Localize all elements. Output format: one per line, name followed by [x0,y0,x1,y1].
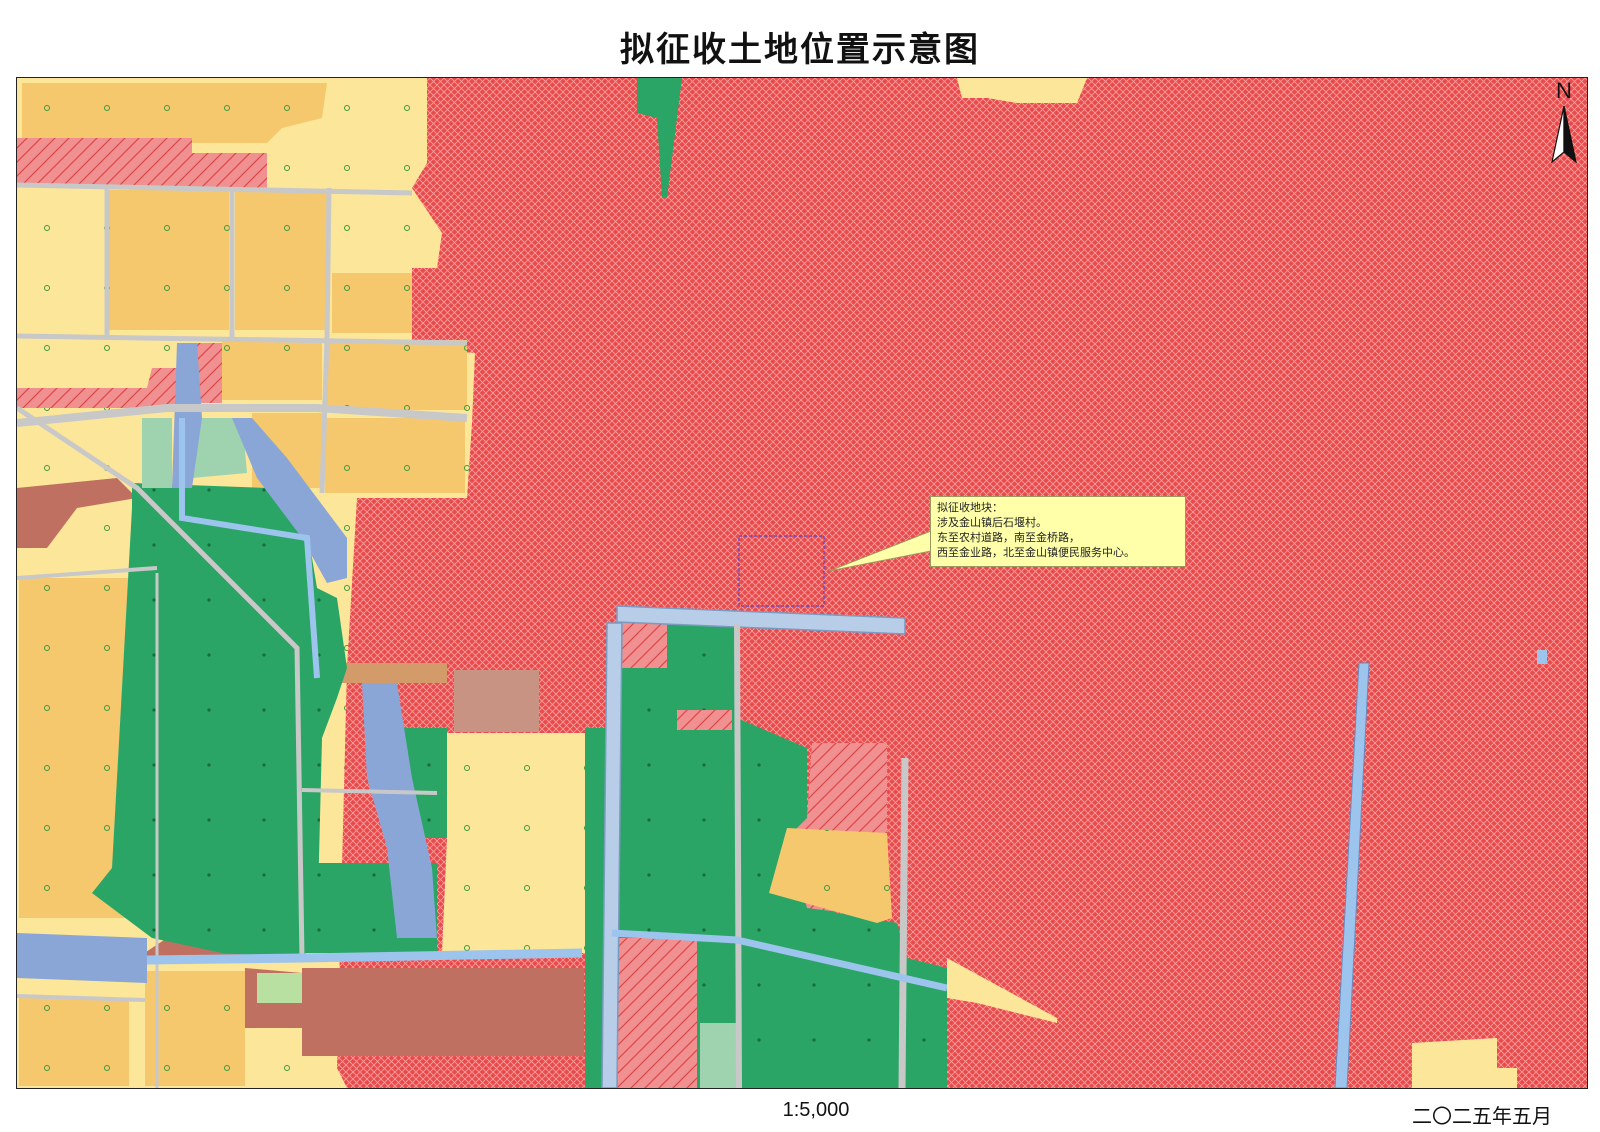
callout-line: 东至农村道路，南至金桥路， [937,531,1080,544]
callout-line: 西至金业路，北至金山镇便民服务中心。 [937,546,1135,559]
light-green-parcel [700,1023,740,1088]
north-arrow: N [1543,78,1585,168]
cropland-plot [19,998,129,1086]
cropland-center [442,733,585,953]
cropland-plot [109,190,229,330]
cropland-plot [145,971,245,1086]
north-arrow-icon [1551,105,1577,164]
proposed-acquisition-parcel[interactable] [738,535,825,607]
road [898,757,909,1088]
cropland-plot [235,190,327,330]
hatched-parcel [612,938,697,1088]
water-body [17,933,147,983]
callout-line: 拟征收地块： [937,501,1003,514]
date-text: 二〇二五年五月 [1412,1104,1552,1128]
map-title: 拟征收土地位置示意图 [620,30,980,70]
brown-parcel [302,968,584,1056]
road [734,622,742,1088]
light-green-parcel [142,418,172,488]
cropland-plot [222,340,322,400]
scale-text: 1:5,000 [782,1099,850,1121]
callout-line: 涉及金山镇后石堰村。 [937,516,1047,529]
hatched-parcel [677,710,732,730]
canal [1537,650,1547,664]
map-canvas[interactable] [17,78,1587,1088]
cropland-plot [22,83,192,143]
tan-parcel [342,663,447,683]
hatched-parcel [622,623,667,668]
parcel-callout: 拟征收地块： 涉及金山镇后石堰村。 东至农村道路，南至金桥路， 西至金业路，北至… [930,496,1186,567]
cropland-plot [325,418,465,493]
light-green-parcel [257,973,302,1003]
cropland-plot [325,340,467,410]
cropland-plot [332,273,412,333]
tan-parcel [454,670,539,732]
map-frame[interactable] [16,77,1588,1089]
